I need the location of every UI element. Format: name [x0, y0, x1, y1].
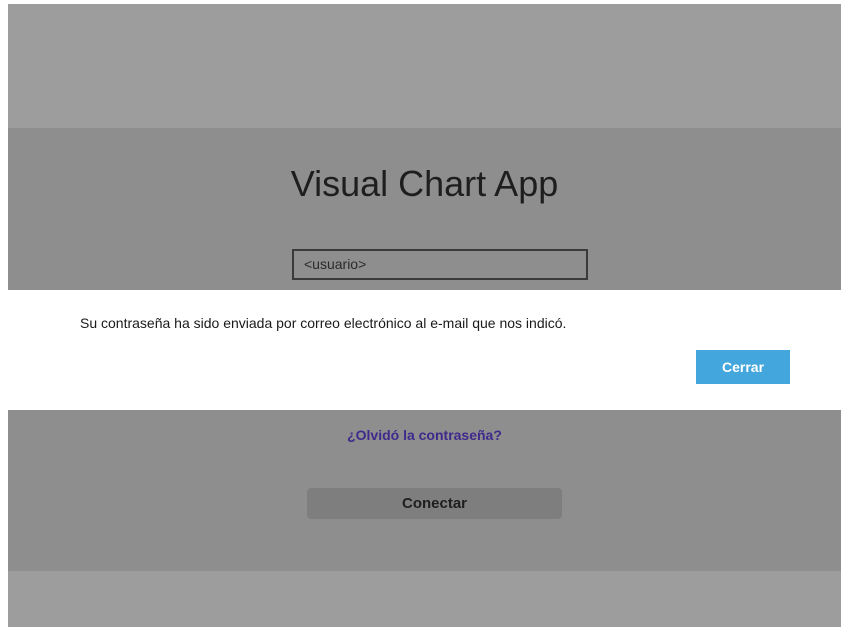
message-dialog: Su contraseña ha sido enviada por correo…	[8, 290, 841, 410]
app-screen: Visual Chart App <usuario> Su contraseña…	[8, 4, 841, 627]
app-title: Visual Chart App	[290, 163, 559, 204]
dialog-message: Su contraseña ha sido enviada por correo…	[80, 315, 567, 331]
forgot-password-link[interactable]: ¿Olvidó la contraseña?	[8, 427, 841, 443]
connect-button[interactable]: Conectar	[307, 488, 562, 519]
close-button[interactable]: Cerrar	[696, 350, 790, 384]
username-input[interactable]: <usuario>	[292, 249, 588, 280]
